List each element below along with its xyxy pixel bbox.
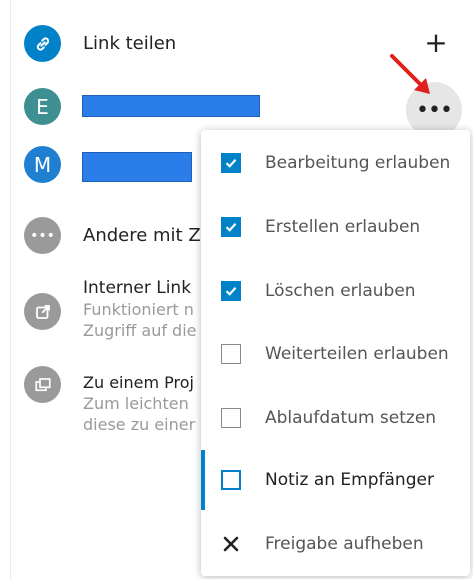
external-link-icon (24, 293, 61, 330)
menu-item-loeschen[interactable]: Löschen erlauben (201, 269, 470, 313)
share-others-label: Andere mit Z (83, 225, 201, 246)
link-icon (24, 25, 61, 62)
menu-item-ablaufdatum[interactable]: Ablaufdatum setzen (201, 396, 470, 440)
menu-label-ablaufdatum: Ablaufdatum setzen (265, 408, 437, 428)
share-link-label: Link teilen (83, 33, 177, 54)
internal-link-desc-1: Funktioniert n (83, 300, 194, 319)
share-link-row[interactable]: Link teilen (24, 25, 176, 62)
menu-label-loeschen: Löschen erlauben (265, 281, 416, 301)
menu-label-weiterteilen: Weiterteilen erlauben (265, 344, 449, 364)
redaction-box (82, 95, 260, 117)
sharing-panel: Link teilen + E g ••• M t ••• Andere mit… (0, 0, 473, 579)
menu-label-notiz: Notiz an Empfänger (265, 470, 434, 490)
active-indicator (201, 450, 205, 510)
checkbox-erstellen[interactable] (221, 217, 241, 237)
avatar-m: M (24, 146, 61, 183)
close-icon (223, 536, 239, 552)
share-others-row: ••• Andere mit Z (24, 217, 201, 254)
checkbox-weiterteilen[interactable] (221, 344, 241, 364)
panel-divider (10, 0, 11, 579)
avatar-e: E (24, 88, 61, 125)
menu-label-bearbeitung: Bearbeitung erlauben (265, 153, 451, 173)
menu-item-freigabe-aufheben[interactable]: Freigabe aufheben (201, 522, 470, 566)
menu-item-weiterteilen[interactable]: Weiterteilen erlauben (201, 332, 470, 376)
redaction-box (82, 152, 192, 182)
internal-link-desc-2: Zugriff auf die (83, 321, 197, 340)
share-options-menu: Bearbeitung erlauben Erstellen erlauben … (201, 130, 470, 576)
internal-link-title: Interner Link (83, 278, 192, 298)
checkbox-bearbeitung[interactable] (221, 153, 241, 173)
menu-label-freigabe-aufheben: Freigabe aufheben (265, 534, 424, 554)
menu-item-notiz[interactable]: Notiz an Empfänger (201, 450, 470, 510)
project-text: Zu einem Proj Zum leichten diese zu eine… (83, 372, 195, 435)
menu-item-erstellen[interactable]: Erstellen erlauben (201, 205, 470, 249)
checkbox-ablaufdatum[interactable] (221, 408, 241, 428)
menu-label-erstellen: Erstellen erlauben (265, 217, 421, 237)
checkbox-loeschen[interactable] (221, 281, 241, 301)
internal-link-text: Interner Link Funktioniert n Zugriff auf… (83, 278, 197, 341)
annotation-arrow-icon (390, 54, 430, 94)
menu-item-bearbeitung[interactable]: Bearbeitung erlauben (201, 141, 470, 185)
project-icon (24, 366, 61, 403)
more-icon: ••• (24, 217, 61, 254)
project-title: Zu einem Proj (83, 373, 194, 392)
project-desc-1: Zum leichten (83, 394, 189, 413)
project-desc-2: diese zu einer (83, 415, 196, 434)
checkbox-notiz[interactable] (221, 470, 241, 490)
